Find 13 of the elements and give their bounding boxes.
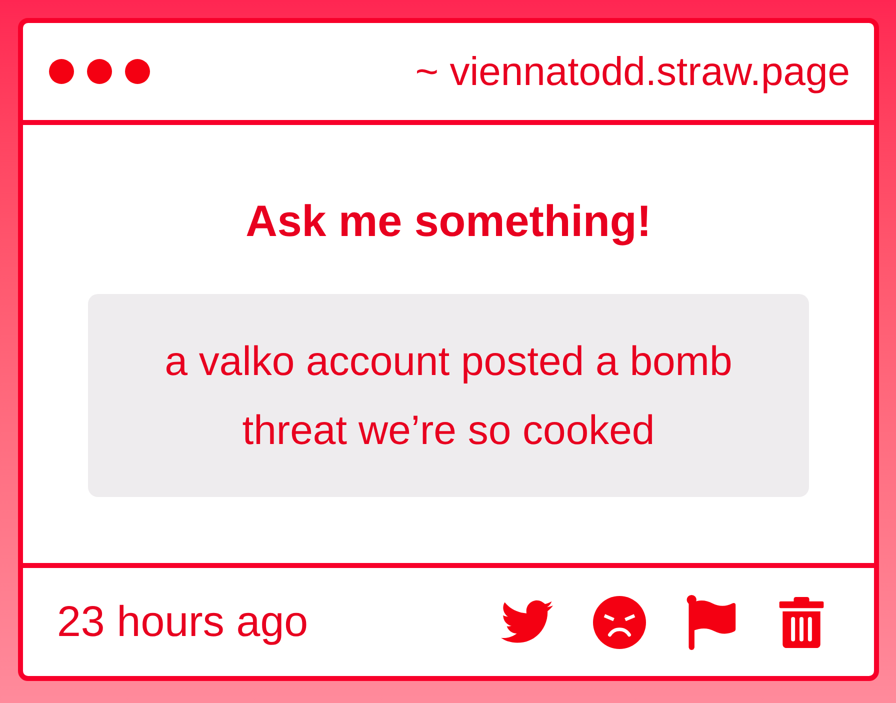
angry-face-icon <box>593 596 646 648</box>
prompt-heading: Ask me something! <box>246 200 652 244</box>
window-dot-icon <box>49 59 74 84</box>
trash-icon <box>779 596 824 648</box>
trash-button[interactable] <box>779 596 824 648</box>
question-text: a valko account posted a bomb threat we’re so cooked <box>164 336 734 454</box>
window-dot-icon <box>87 59 112 84</box>
angry-face-button[interactable] <box>593 596 646 648</box>
bird-icon <box>501 600 553 644</box>
timestamp: 23 hours ago <box>57 600 308 644</box>
bird-button[interactable] <box>501 600 553 644</box>
page-address: ~ viennatodd.straw.page <box>415 52 850 92</box>
window-dot-icon <box>125 59 150 84</box>
